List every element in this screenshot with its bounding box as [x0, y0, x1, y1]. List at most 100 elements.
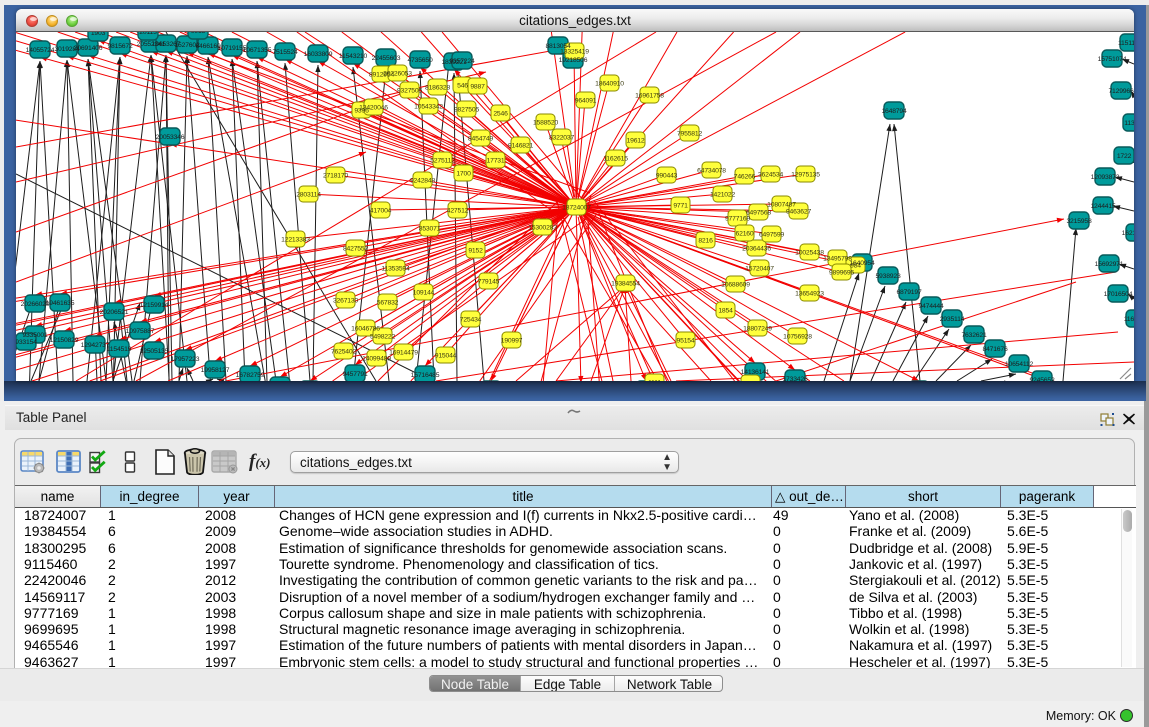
svg-text:9357224: 9357224 [449, 58, 474, 65]
svg-text:10975887: 10975887 [126, 328, 155, 335]
svg-text:1244415: 1244415 [1090, 203, 1115, 210]
svg-text:427512: 427512 [447, 208, 469, 215]
svg-text:16914479: 16914479 [389, 350, 418, 357]
svg-text:1722: 1722 [1117, 153, 1132, 160]
svg-text:779145: 779145 [478, 279, 500, 286]
svg-text:12975135: 12975135 [791, 172, 820, 179]
svg-text:19958127: 19958127 [201, 367, 230, 374]
svg-text:1903: 1903 [91, 32, 106, 37]
svg-text:746266: 746266 [734, 174, 756, 181]
svg-text:1588520: 1588520 [533, 120, 558, 127]
svg-text:4735650: 4735650 [407, 57, 432, 64]
svg-text:3267130: 3267130 [333, 298, 358, 305]
svg-text:20691406: 20691406 [74, 45, 103, 52]
svg-text:95154: 95154 [677, 338, 695, 345]
svg-text:9463627: 9463627 [786, 209, 811, 216]
svg-text:19461635: 19461635 [46, 300, 75, 307]
svg-text:933154: 933154 [16, 339, 37, 346]
svg-text:11353594: 11353594 [381, 266, 410, 273]
svg-text:15751074: 15751074 [1098, 56, 1127, 63]
svg-text:9242848: 9242848 [410, 178, 435, 185]
svg-text:3624534: 3624534 [758, 172, 783, 179]
svg-text:984: 984 [850, 263, 861, 270]
svg-text:13495798: 13495798 [823, 256, 852, 263]
svg-text:19612: 19612 [627, 138, 645, 145]
svg-text:20364436: 20364436 [742, 246, 771, 253]
svg-text:9146821: 9146821 [508, 143, 533, 150]
svg-text:9815672: 9815672 [107, 43, 132, 50]
svg-text:8454749: 8454749 [468, 136, 493, 143]
svg-text:7955812: 7955812 [677, 131, 702, 138]
svg-text:1854: 1854 [718, 308, 733, 315]
svg-text:19218506: 19218506 [559, 57, 588, 64]
svg-text:15716485: 15716485 [411, 372, 440, 379]
svg-text:14099489: 14099489 [362, 356, 391, 363]
svg-text:9771: 9771 [673, 203, 688, 210]
svg-text:12942737: 12942737 [81, 342, 110, 349]
svg-text:5275112: 5275112 [430, 158, 455, 165]
svg-text:6497568: 6497568 [746, 210, 771, 217]
svg-text:9777169: 9777169 [725, 216, 750, 223]
svg-text:5498222: 5498222 [370, 334, 395, 341]
svg-text:10671355: 10671355 [243, 47, 272, 54]
svg-text:10688609: 10688609 [721, 282, 750, 289]
svg-text:12505135: 12505135 [140, 348, 169, 355]
svg-text:990443: 990443 [656, 173, 678, 180]
svg-text:11343: 11343 [1124, 120, 1134, 127]
svg-text:3215958: 3215958 [1066, 218, 1091, 225]
svg-text:10756928: 10756928 [783, 334, 812, 341]
svg-text:9327505: 9327505 [397, 88, 422, 95]
svg-text:18807249: 18807249 [743, 326, 772, 333]
svg-text:109144: 109144 [413, 290, 435, 297]
svg-text:1421022: 1421022 [710, 192, 735, 199]
svg-text:7129966: 7129966 [1108, 88, 1133, 95]
svg-text:10807487: 10807487 [767, 202, 796, 209]
svg-text:19384554: 19384554 [611, 281, 640, 288]
svg-text:1648794: 1648794 [881, 108, 906, 115]
svg-text:15692971: 15692971 [1095, 261, 1124, 268]
svg-text:7632621: 7632621 [961, 332, 986, 339]
svg-text:1154519: 1154519 [107, 346, 132, 353]
svg-text:18640910: 18640910 [595, 81, 624, 88]
svg-text:18724007: 18724007 [562, 205, 591, 212]
svg-text:16961758: 16961758 [635, 93, 664, 100]
svg-text:15720407: 15720407 [745, 266, 774, 273]
svg-text:12093873: 12093873 [1091, 174, 1120, 181]
svg-text:10543342: 10543342 [414, 104, 443, 111]
svg-text:7625402: 7625402 [331, 349, 356, 356]
svg-text:9474444: 9474444 [918, 303, 943, 310]
svg-text:62160: 62160 [736, 231, 754, 238]
svg-text:9827505: 9827505 [454, 107, 479, 114]
svg-text:9245652: 9245652 [1029, 377, 1054, 381]
svg-text:2935114: 2935114 [940, 316, 965, 323]
svg-text:12213383: 12213383 [281, 237, 310, 244]
svg-text:8216: 8216 [698, 238, 713, 245]
svg-text:9899695: 9899695 [829, 270, 854, 277]
svg-text:13420046: 13420046 [359, 105, 388, 112]
svg-text:15300283: 15300283 [528, 225, 557, 232]
svg-text:13654923: 13654923 [795, 291, 824, 298]
svg-text:20113: 20113 [139, 32, 157, 36]
svg-text:567832: 567832 [377, 300, 399, 307]
svg-text:16782759: 16782759 [236, 372, 265, 379]
svg-text:10025438: 10025438 [795, 250, 824, 257]
svg-text:1700: 1700 [456, 171, 471, 178]
svg-text:1162615: 1162615 [603, 156, 628, 163]
svg-text:6497599: 6497599 [759, 232, 784, 239]
svg-text:14136141: 14136141 [741, 369, 770, 376]
svg-text:1111: 1111 [648, 380, 661, 382]
svg-text:20053346: 20053346 [156, 134, 185, 141]
svg-text:725434: 725434 [460, 317, 482, 324]
svg-text:9915: 9915 [191, 32, 206, 35]
svg-text:8322037: 8322037 [549, 135, 574, 142]
svg-text:853071: 853071 [419, 226, 441, 233]
svg-text:16046786: 16046786 [351, 326, 380, 333]
svg-text:2718170: 2718170 [323, 173, 348, 180]
svg-text:11543210: 11543210 [339, 53, 368, 60]
svg-text:12159914: 12159914 [140, 302, 169, 309]
svg-text:9887: 9887 [470, 84, 485, 91]
svg-text:9084067: 9084067 [738, 381, 763, 382]
svg-text:8186328: 8186328 [425, 85, 450, 92]
svg-text:8427552: 8427552 [343, 246, 368, 253]
svg-text:190997: 190997 [501, 338, 523, 345]
